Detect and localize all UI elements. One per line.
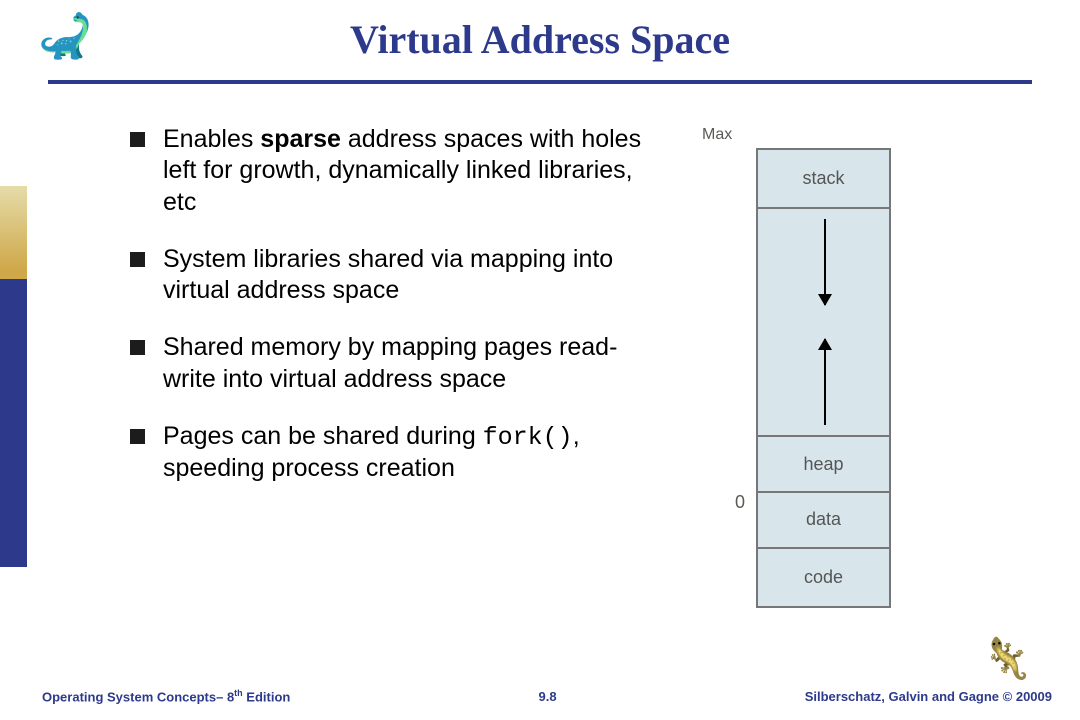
bullet-3: Shared memory by mapping pages read-writ… <box>130 332 650 395</box>
title-row: 🦕 Virtual Address Space <box>0 10 1080 80</box>
segment-code: code <box>758 549 889 606</box>
bullet-square-icon <box>130 132 145 147</box>
page-number: 9.8 <box>538 689 556 704</box>
bullet-2-text: System libraries shared via mapping into… <box>163 244 650 307</box>
bullet-list: Enables sparse address spaces with holes… <box>130 124 650 510</box>
address-space-diagram: Max stack heap data code 0 <box>680 124 980 510</box>
slide-title: Virtual Address Space <box>0 10 1080 63</box>
bullet-1-text: Enables sparse address spaces with holes… <box>163 124 650 218</box>
text: Operating System Concepts– 8 <box>42 689 234 704</box>
credits: Silberschatz, Galvin and Gagne © 20009 <box>805 689 1052 704</box>
bullet-square-icon <box>130 252 145 267</box>
label-max: Max <box>702 126 732 144</box>
text-superscript: th <box>234 688 243 698</box>
text: Edition <box>243 689 291 704</box>
dinosaur-icon: 🦎 <box>982 635 1032 682</box>
bullet-1: Enables sparse address spaces with holes… <box>130 124 650 218</box>
memory-column: stack heap data code <box>756 148 891 608</box>
bullet-square-icon <box>130 340 145 355</box>
dinosaur-icon: 🦕 <box>38 10 93 62</box>
bullet-square-icon <box>130 429 145 444</box>
text: Enables <box>163 125 260 153</box>
arrow-down-icon <box>824 219 826 305</box>
bullet-3-text: Shared memory by mapping pages read-writ… <box>163 332 650 395</box>
slide: 🦕 Virtual Address Space Enables sparse a… <box>0 0 1080 720</box>
segment-gap <box>758 209 889 437</box>
text: Pages can be shared during <box>163 422 483 450</box>
bullet-4-text: Pages can be shared during fork(), speed… <box>163 421 650 485</box>
bullet-4: Pages can be shared during fork(), speed… <box>130 421 650 485</box>
segment-heap: heap <box>758 437 889 493</box>
label-zero: 0 <box>735 492 745 513</box>
segment-stack: stack <box>758 150 889 209</box>
segment-data: data <box>758 493 889 549</box>
book-title: Operating System Concepts– 8th Edition <box>42 688 290 704</box>
accent-blue-bar <box>0 279 27 567</box>
slide-footer: Operating System Concepts– 8th Edition 9… <box>0 688 1080 704</box>
text-code: fork() <box>483 423 573 452</box>
text-bold: sparse <box>260 125 341 153</box>
arrow-up-icon <box>824 339 826 425</box>
bullet-2: System libraries shared via mapping into… <box>130 244 650 307</box>
slide-body: Enables sparse address spaces with holes… <box>0 84 1080 510</box>
accent-gold-bar <box>0 186 27 279</box>
